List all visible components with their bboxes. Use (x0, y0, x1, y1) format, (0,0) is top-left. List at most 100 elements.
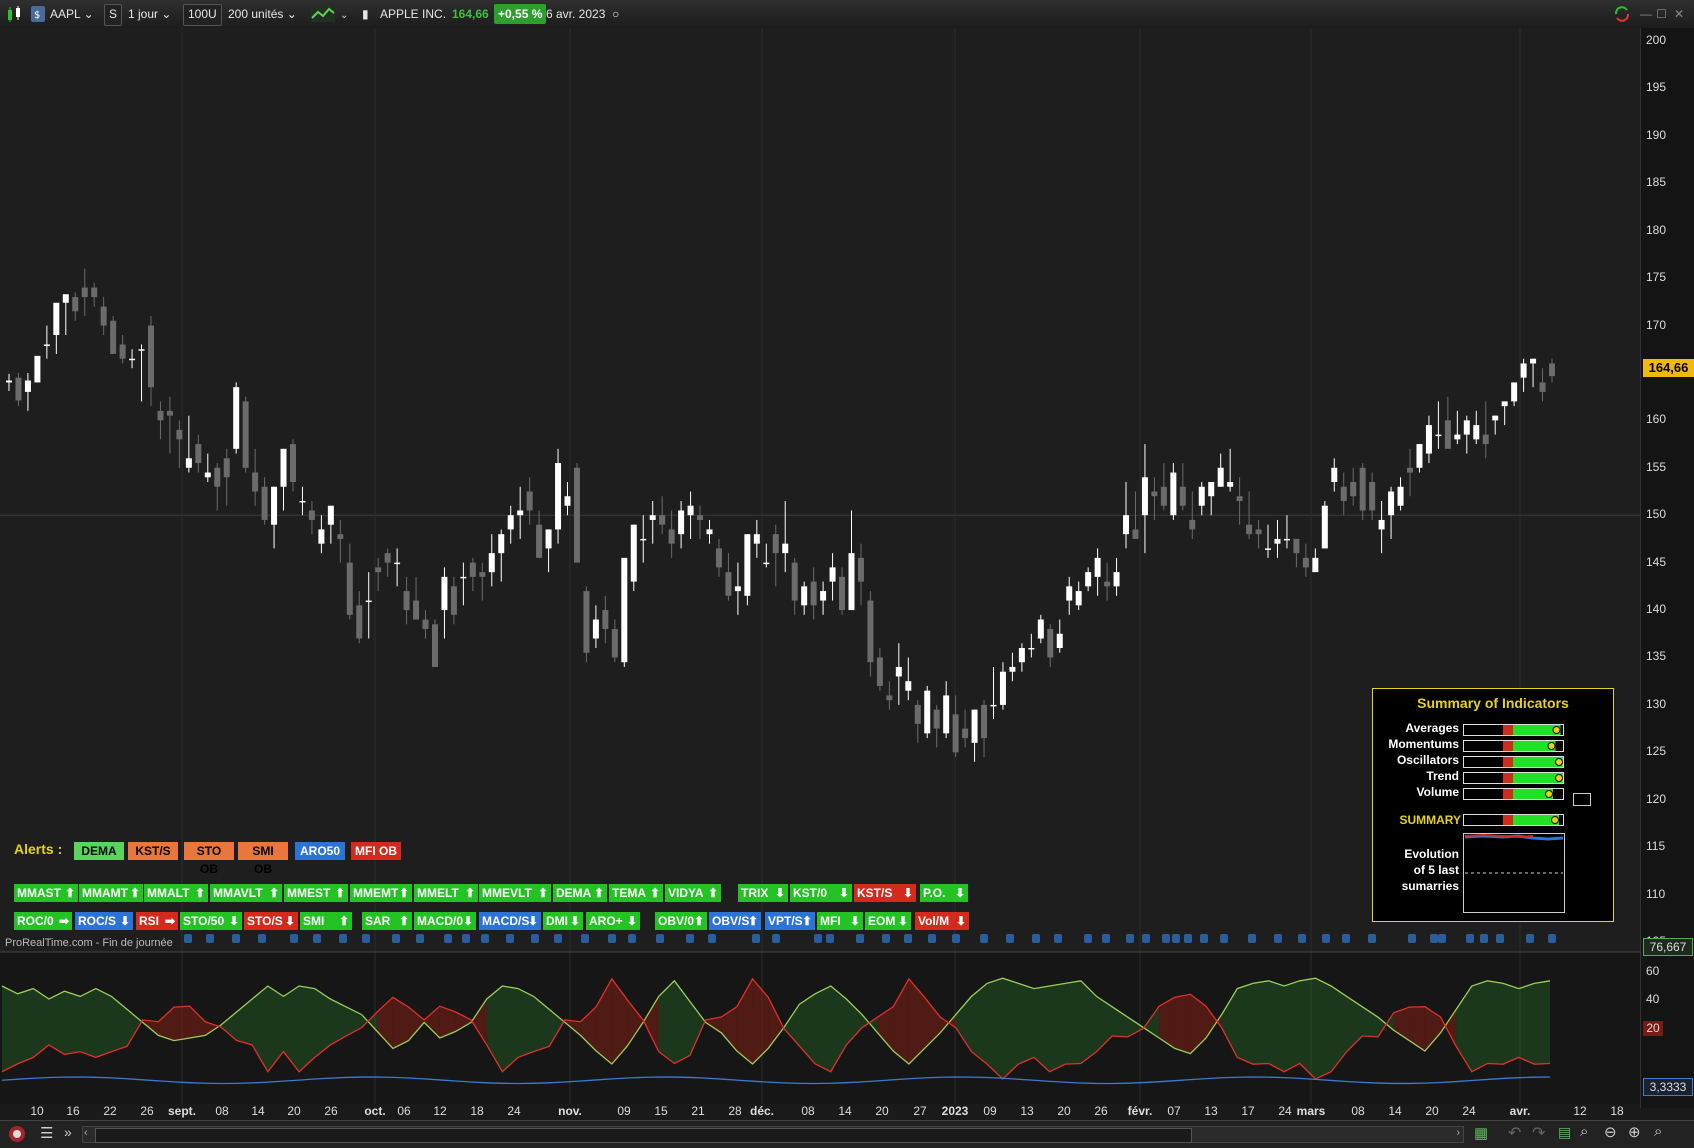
event-marker[interactable] (1162, 934, 1170, 943)
signal-badge[interactable]: ARO+ ⬇ (586, 912, 640, 930)
unit-button[interactable]: 100U (183, 4, 222, 26)
price-chart[interactable] (0, 28, 1640, 1104)
scrollbar-thumb[interactable] (95, 1128, 1192, 1143)
alert-badge[interactable]: DEMA (74, 842, 124, 860)
period-selector[interactable]: 1 jour ⌄ (128, 4, 171, 24)
event-marker[interactable] (1274, 934, 1282, 943)
scroll-left-icon[interactable]: ‹ (84, 1127, 88, 1139)
signal-badge[interactable]: MMAVLT ⬆ (210, 884, 282, 902)
alert-badge[interactable]: ARO50 (295, 842, 345, 860)
signal-badge[interactable]: MMEVLT ⬆ (479, 884, 551, 902)
calendar-icon[interactable]: ▦ (1474, 1124, 1488, 1142)
maximize-icon[interactable]: ☐ (1656, 4, 1667, 24)
signal-badge[interactable]: MFI ⬇ (817, 912, 863, 930)
event-marker[interactable] (232, 934, 240, 943)
minimize-icon[interactable]: — (1640, 4, 1652, 24)
undo-icon[interactable]: ↶ (1508, 1123, 1521, 1143)
signal-badge[interactable]: OBV/S ⬆ (709, 912, 761, 930)
signal-badge[interactable]: MACD/S ⬇ (479, 912, 541, 930)
event-marker[interactable] (1298, 934, 1306, 943)
event-marker[interactable] (1322, 934, 1330, 943)
event-marker[interactable] (313, 934, 321, 943)
signal-badge[interactable]: SMI ⬆ (300, 912, 352, 930)
event-marker[interactable] (1248, 934, 1256, 943)
event-marker[interactable] (581, 934, 589, 943)
event-marker[interactable] (1200, 934, 1208, 943)
event-marker[interactable] (856, 934, 864, 943)
event-marker[interactable] (904, 934, 912, 943)
signal-badge[interactable]: MMAST ⬆ (14, 884, 78, 902)
zoom-fit-icon[interactable]: ⌕ (1580, 1123, 1588, 1140)
signal-badge[interactable]: MMALT ⬆ (144, 884, 208, 902)
units-selector[interactable]: 200 unités ⌄ (228, 4, 297, 24)
event-marker[interactable] (392, 934, 400, 943)
signal-badge[interactable]: ROC/S ⬇ (75, 912, 133, 930)
event-marker[interactable] (952, 934, 960, 943)
event-marker[interactable] (1548, 934, 1556, 943)
event-marker[interactable] (882, 934, 890, 943)
event-marker[interactable] (1220, 934, 1228, 943)
symbol-selector[interactable]: AAPL ⌄ (50, 4, 94, 24)
event-marker[interactable] (608, 934, 616, 943)
event-marker[interactable] (814, 934, 822, 943)
signal-badge[interactable]: ROC/0 ➡ (14, 912, 72, 930)
event-marker[interactable] (1126, 934, 1134, 943)
event-marker[interactable] (1526, 934, 1534, 943)
event-marker[interactable] (928, 934, 936, 943)
event-marker[interactable] (826, 934, 834, 943)
event-marker[interactable] (531, 934, 539, 943)
zoom-reset-icon[interactable]: ⌕ (1654, 1123, 1662, 1140)
alert-badge[interactable]: KST/S (128, 842, 178, 860)
signal-badge[interactable]: P.O. ⬇ (920, 884, 968, 902)
event-marker[interactable] (1466, 934, 1474, 943)
signal-badge[interactable]: DMI ⬇ (543, 912, 583, 930)
event-marker[interactable] (1032, 934, 1040, 943)
horizontal-scrollbar[interactable]: ‹ › (82, 1126, 1464, 1143)
event-marker[interactable] (1342, 934, 1350, 943)
signal-badge[interactable]: OBV/0 ⬆ (655, 912, 707, 930)
alert-badge[interactable]: STO OB (184, 842, 234, 876)
event-marker[interactable] (1102, 934, 1110, 943)
signal-badge[interactable]: MMAMT ⬆ (79, 884, 143, 902)
event-marker[interactable] (416, 934, 424, 943)
event-marker[interactable] (206, 934, 214, 943)
signal-badge[interactable]: Vol/M ⬇ (915, 912, 969, 930)
event-marker[interactable] (656, 934, 664, 943)
save-layout-icon[interactable]: ▤ (1558, 1124, 1571, 1141)
signal-badge[interactable]: MMELT ⬆ (414, 884, 478, 902)
signal-badge[interactable]: STO/S ⬇ (244, 912, 298, 930)
menu-icon[interactable]: ☰ (40, 1124, 53, 1142)
alert-badge[interactable]: SMI OB (238, 842, 288, 876)
mode-button[interactable]: S (104, 4, 123, 26)
signal-badge[interactable]: KST/S ⬇ (854, 884, 916, 902)
signal-badge[interactable]: SAR ⬆ (362, 912, 412, 930)
signal-badge[interactable]: TRIX ⬇ (738, 884, 788, 902)
refresh-icon[interactable] (1612, 4, 1632, 24)
scroll-right-icon[interactable]: › (1456, 1127, 1460, 1139)
signal-badge[interactable]: STO/50 ⬇ (180, 912, 242, 930)
event-marker[interactable] (1054, 934, 1062, 943)
event-marker[interactable] (708, 934, 716, 943)
event-marker[interactable] (1142, 934, 1150, 943)
zoom-out-icon[interactable]: ⊖ (1604, 1123, 1617, 1141)
signal-badge[interactable]: KST/0 ⬇ (790, 884, 852, 902)
event-marker[interactable] (462, 934, 470, 943)
event-marker[interactable] (752, 934, 760, 943)
event-marker[interactable] (1430, 934, 1438, 943)
event-marker[interactable] (554, 934, 562, 943)
event-marker[interactable] (772, 934, 780, 943)
candle-chart-icon[interactable] (6, 4, 24, 24)
info-icon[interactable]: ▮ (362, 4, 369, 24)
redo-icon[interactable]: ↷ (1532, 1123, 1545, 1143)
event-marker[interactable] (1438, 934, 1446, 943)
event-marker[interactable] (444, 934, 452, 943)
event-marker[interactable] (1172, 934, 1180, 943)
signal-badge[interactable]: DEMA ⬆ (553, 884, 607, 902)
event-marker[interactable] (481, 934, 489, 943)
event-marker[interactable] (1496, 934, 1504, 943)
event-marker[interactable] (362, 934, 370, 943)
event-marker[interactable] (1408, 934, 1416, 943)
event-marker[interactable] (980, 934, 988, 943)
event-marker[interactable] (339, 934, 347, 943)
signal-badge[interactable]: VIDYA ⬆ (665, 884, 721, 902)
